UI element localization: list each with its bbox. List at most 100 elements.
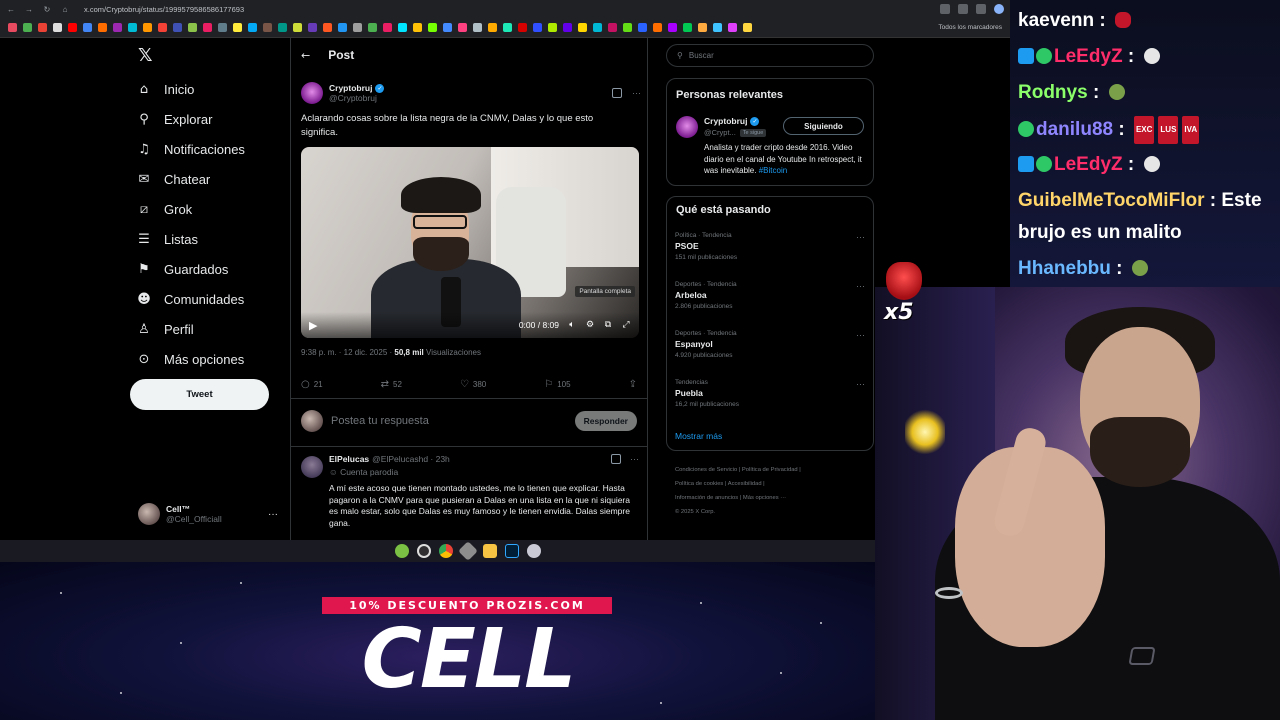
author-name[interactable]: Cryptobruj (329, 83, 372, 93)
footer-line[interactable]: Información de anuncios | Más opciones ·… (675, 491, 870, 505)
bookmark-icon[interactable] (398, 23, 407, 32)
author-handle[interactable]: @Cryptobruj (329, 93, 384, 103)
bookmark-icon[interactable] (308, 23, 317, 32)
trend-item[interactable]: Deportes · Tendencia Espanyol 4.920 publ… (675, 330, 865, 359)
sidebar-item-chatear[interactable]: ✉ Chatear (136, 164, 211, 194)
bookmark-icon[interactable] (128, 23, 137, 32)
bookmark-icon[interactable] (203, 23, 212, 32)
bookmark-icon[interactable] (668, 23, 677, 32)
search-input[interactable]: ⚲ Buscar (666, 44, 874, 67)
bookmark-icon[interactable] (338, 23, 347, 32)
bookmark-icon[interactable] (503, 23, 512, 32)
relevant-person-name[interactable]: Cryptobruj ✓ (704, 116, 760, 126)
bookmark-icon[interactable] (263, 23, 272, 32)
bookmark-icon[interactable] (38, 23, 47, 32)
star-icon[interactable] (958, 4, 968, 14)
show-more-link[interactable]: Mostrar más (675, 431, 722, 441)
tweet-button[interactable]: Tweet (130, 379, 269, 410)
app-icon[interactable] (457, 541, 478, 561)
reply-input[interactable]: Postea tu respuesta (331, 415, 429, 427)
footer-line[interactable]: Política de cookies | Accesibilidad | (675, 477, 870, 491)
sidebar-item-listas[interactable]: ☰ Listas (136, 224, 198, 254)
bookmark-icon[interactable] (428, 23, 437, 32)
play-icon[interactable]: ▶ (309, 319, 317, 332)
bookmark-icon[interactable] (683, 23, 692, 32)
more-options-icon[interactable]: ··· (630, 454, 639, 464)
reply-author-name[interactable]: ElPelucas (329, 454, 369, 464)
bookmark-icon[interactable] (8, 23, 17, 32)
more-options-icon[interactable]: ··· (856, 232, 865, 242)
post-timestamp[interactable]: 9:38 p. m. · 12 dic. 2025 · (301, 348, 392, 357)
more-options-icon[interactable]: ··· (268, 509, 278, 520)
footer-line[interactable]: Condiciones de Servicio | Política de Pr… (675, 463, 870, 477)
bookmark-icon[interactable] (458, 23, 467, 32)
zoom-icon[interactable] (940, 4, 950, 14)
settings-icon[interactable]: ⚙ (585, 320, 595, 330)
bookmark-action[interactable]: ⚐ 105 (544, 379, 570, 390)
bookmark-icon[interactable] (548, 23, 557, 32)
bookmark-icon[interactable] (68, 23, 77, 32)
avatar[interactable] (676, 116, 698, 138)
trend-item[interactable]: Deportes · Tendencia Arbeloa 2.806 publi… (675, 281, 865, 310)
relevant-person-handle-text[interactable]: @Crypt... (704, 128, 736, 137)
bookmark-icon[interactable] (293, 23, 302, 32)
back-icon[interactable]: ← (6, 5, 16, 14)
grok-icon[interactable] (611, 454, 621, 464)
bookmark-icon[interactable] (608, 23, 617, 32)
sidebar-item-grok[interactable]: ⧄ Grok (136, 194, 192, 224)
folder-icon[interactable] (482, 544, 497, 558)
bookmark-icon[interactable] (698, 23, 707, 32)
bookmark-icon[interactable] (323, 23, 332, 32)
bookmark-icon[interactable] (638, 23, 647, 32)
app-icon[interactable] (394, 544, 409, 558)
bookmark-icon[interactable] (53, 23, 62, 32)
share-action[interactable]: ⇪ (629, 379, 637, 390)
bookmark-icon[interactable] (83, 23, 92, 32)
bookmark-icon[interactable] (383, 23, 392, 32)
fullscreen-icon[interactable]: ⤢ (621, 320, 631, 330)
sidebar-item-comunidades[interactable]: ☻ Comunidades (136, 284, 244, 314)
volume-icon[interactable]: 🔈︎ (567, 320, 577, 330)
sidebar-item-guardados[interactable]: ⚑ Guardados (136, 254, 228, 284)
profile-icon[interactable] (994, 4, 1004, 14)
trend-item[interactable]: Política · Tendencia PSOE 151 mil public… (675, 232, 865, 261)
avatar[interactable] (301, 82, 323, 104)
bookmark-icon[interactable] (278, 23, 287, 32)
bookmark-icon[interactable] (413, 23, 422, 32)
sidebar-item-mas-opciones[interactable]: ⊙ Más opciones (136, 344, 245, 374)
reload-icon[interactable]: ↻ (42, 5, 52, 14)
back-arrow-icon[interactable]: ← (301, 49, 310, 62)
bookmark-icon[interactable] (653, 23, 662, 32)
bookmark-icon[interactable] (578, 23, 587, 32)
bookmark-icon[interactable] (23, 23, 32, 32)
sidebar-item-notificaciones[interactable]: ♫ Notificaciones (136, 134, 245, 164)
bookmark-icon[interactable] (533, 23, 542, 32)
extensions-icon[interactable] (976, 4, 986, 14)
repost-action[interactable]: ⇄ 52 (381, 379, 402, 390)
bookmark-icon[interactable] (98, 23, 107, 32)
bookmark-icon[interactable] (113, 23, 122, 32)
following-button[interactable]: Siguiendo (783, 117, 864, 135)
bookmark-icon[interactable] (713, 23, 722, 32)
bookmark-icon[interactable] (248, 23, 257, 32)
bookmark-icon[interactable] (593, 23, 602, 32)
bookmark-icon[interactable] (473, 23, 482, 32)
reply-author-handle[interactable]: @ElPelucashd · 23h (372, 454, 450, 464)
app-icon[interactable] (526, 544, 541, 558)
reply-action[interactable]: ○ 21 (301, 379, 323, 390)
bookmark-icon[interactable] (518, 23, 527, 32)
forward-icon[interactable]: → (24, 5, 34, 14)
avatar[interactable] (301, 456, 323, 478)
home-icon[interactable]: ⌂ (60, 5, 70, 14)
bio-hashtag[interactable]: #Bitcoin (759, 166, 787, 175)
sidebar-item-explorar[interactable]: ⚲ Explorar (136, 104, 212, 134)
sidebar-item-perfil[interactable]: ♙ Perfil (136, 314, 193, 344)
bookmark-icon[interactable] (143, 23, 152, 32)
sidebar-item-inicio[interactable]: ⌂ Inicio (136, 74, 195, 104)
address-bar[interactable]: x.com/Cryptobruj/status/1999579586586177… (84, 5, 244, 14)
bookmark-icon[interactable] (623, 23, 632, 32)
bookmark-icon[interactable] (563, 23, 572, 32)
obs-icon[interactable] (416, 544, 431, 558)
bookmark-icon[interactable] (233, 23, 242, 32)
bookmark-icon[interactable] (488, 23, 497, 32)
